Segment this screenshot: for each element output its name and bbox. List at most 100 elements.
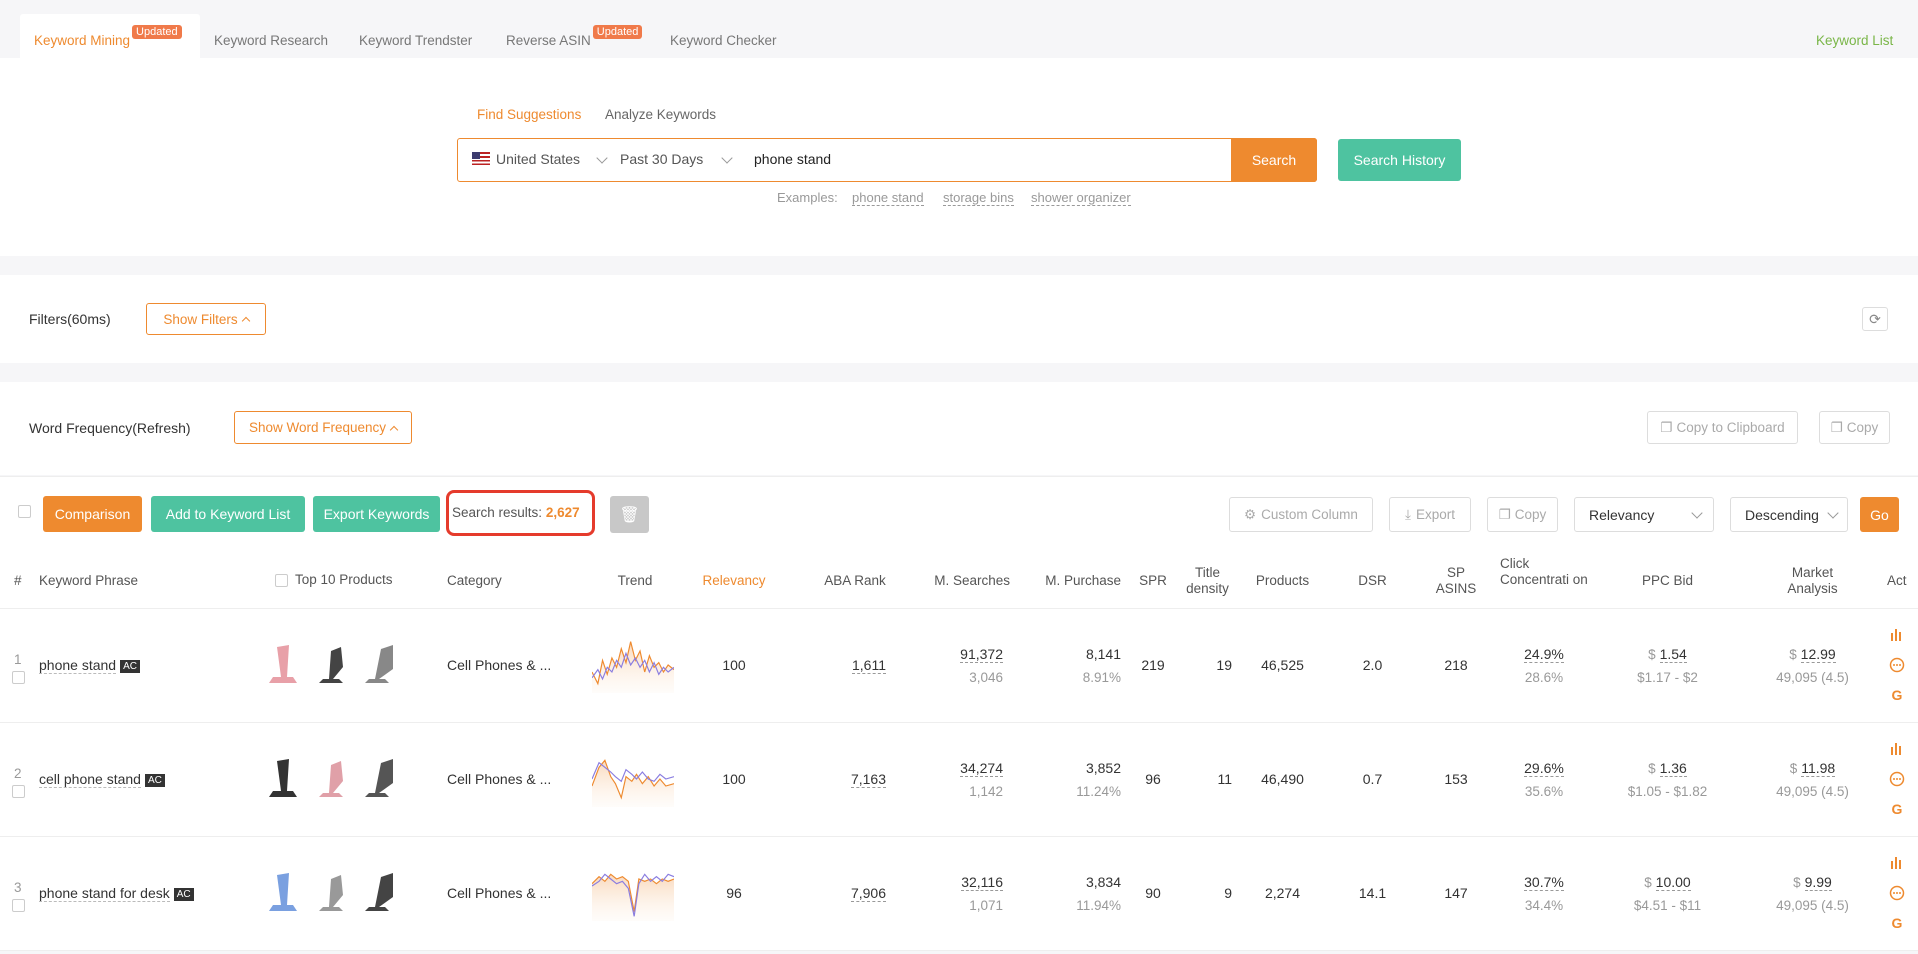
product-thumbnail[interactable] bbox=[311, 753, 351, 803]
bar-chart-icon[interactable] bbox=[1889, 627, 1905, 643]
product-thumbnail[interactable] bbox=[359, 867, 399, 917]
market-price[interactable]: $ 12.99 bbox=[1770, 646, 1855, 663]
ppc-bid[interactable]: $ 10.00 bbox=[1620, 874, 1715, 891]
ppc-value: 10.00 bbox=[1655, 874, 1691, 891]
header-m-searches[interactable]: M. Searches bbox=[910, 573, 1010, 589]
ppc-bid[interactable]: $ 1.36 bbox=[1620, 760, 1715, 777]
header-aba-rank[interactable]: ABA Rank bbox=[810, 573, 900, 589]
product-thumbnail[interactable] bbox=[359, 753, 399, 803]
title-density: 19 bbox=[1216, 657, 1232, 673]
header-m-purchase[interactable]: M. Purchase bbox=[1020, 573, 1121, 589]
add-to-keyword-list-button[interactable]: Add to Keyword List bbox=[151, 496, 305, 532]
header-relevancy[interactable]: Relevancy bbox=[690, 573, 778, 589]
product-thumbnail[interactable] bbox=[311, 639, 351, 689]
results-label: Search results: bbox=[452, 505, 543, 520]
copy-results-button[interactable]: ❐ Copy bbox=[1487, 497, 1558, 532]
show-word-frequency-button[interactable]: Show Word Frequency bbox=[234, 411, 412, 444]
example-link[interactable]: storage bins bbox=[943, 190, 1014, 206]
product-thumbnail[interactable] bbox=[263, 753, 303, 803]
google-icon[interactable]: G bbox=[1889, 915, 1905, 931]
tab-keyword-research[interactable]: Keyword Research bbox=[214, 33, 328, 48]
show-filters-button[interactable]: Show Filters bbox=[146, 303, 266, 335]
currency-symbol: $ bbox=[1648, 761, 1656, 776]
tab-keyword-trendster[interactable]: Keyword Trendster bbox=[359, 33, 472, 48]
header-spr[interactable]: SPR bbox=[1133, 573, 1173, 589]
country-select[interactable]: United States bbox=[496, 151, 580, 167]
products-count: 2,274 bbox=[1264, 885, 1301, 901]
aba-rank[interactable]: 7,906 bbox=[820, 885, 886, 902]
subtab-analyze-keywords[interactable]: Analyze Keywords bbox=[605, 107, 716, 122]
keyword-phrase[interactable]: cell phone stand AC bbox=[39, 771, 165, 788]
bar-chart-icon[interactable] bbox=[1889, 741, 1905, 757]
row-checkbox[interactable] bbox=[12, 671, 25, 684]
header-keyword-phrase[interactable]: Keyword Phrase bbox=[39, 573, 138, 589]
click-value: 24.9% bbox=[1524, 646, 1564, 663]
header-click-concentration[interactable]: Click Concentrati on bbox=[1500, 556, 1588, 588]
subtab-find-suggestions[interactable]: Find Suggestions bbox=[477, 107, 581, 122]
trend-chart[interactable] bbox=[591, 751, 675, 807]
tab-keyword-checker[interactable]: Keyword Checker bbox=[670, 33, 777, 48]
monthly-searches[interactable]: 32,116 bbox=[910, 874, 1003, 891]
tab-reverse-asin[interactable]: Reverse ASINUpdated bbox=[506, 25, 643, 49]
header-sp-asins[interactable]: SP ASINS bbox=[1426, 565, 1486, 597]
google-icon[interactable]: G bbox=[1889, 801, 1905, 817]
monthly-searches[interactable]: 91,372 bbox=[910, 646, 1003, 663]
click-concentration[interactable]: 30.7% bbox=[1500, 874, 1588, 891]
trash-icon[interactable]: 🗑 bbox=[610, 496, 649, 533]
search-button[interactable]: Search bbox=[1231, 138, 1317, 182]
export-button[interactable]: ⤓ Export bbox=[1389, 497, 1471, 532]
header-ppc-bid[interactable]: PPC Bid bbox=[1620, 573, 1715, 589]
monthly-searches[interactable]: 34,274 bbox=[910, 760, 1003, 777]
comparison-button[interactable]: Comparison bbox=[43, 496, 142, 532]
header-dsr[interactable]: DSR bbox=[1335, 573, 1410, 589]
aba-rank[interactable]: 1,611 bbox=[820, 657, 886, 674]
row-checkbox[interactable] bbox=[12, 785, 25, 798]
export-keywords-button[interactable]: Export Keywords bbox=[313, 496, 440, 532]
custom-column-button[interactable]: ⚙ Custom Column bbox=[1229, 497, 1373, 532]
google-icon[interactable]: G bbox=[1889, 687, 1905, 703]
go-button[interactable]: Go bbox=[1860, 497, 1899, 532]
refresh-icon[interactable]: ⟳ bbox=[1862, 307, 1888, 331]
title-density: 9 bbox=[1224, 885, 1232, 901]
dsr: 2.0 bbox=[1362, 657, 1383, 673]
keyword-list-link[interactable]: Keyword List bbox=[1816, 33, 1893, 48]
product-thumbnail[interactable] bbox=[311, 867, 351, 917]
sort-by-select[interactable]: Relevancy bbox=[1574, 497, 1714, 532]
chevron-down-icon bbox=[1691, 507, 1703, 519]
trend-chart[interactable] bbox=[591, 865, 675, 921]
ppc-bid[interactable]: $ 1.54 bbox=[1620, 646, 1715, 663]
row-checkbox[interactable] bbox=[12, 899, 25, 912]
aba-rank[interactable]: 7,163 bbox=[820, 771, 886, 788]
example-link[interactable]: phone stand bbox=[852, 190, 924, 206]
bar-chart-icon[interactable] bbox=[1889, 855, 1905, 871]
copy-to-clipboard-button[interactable]: ❐ Copy to Clipboard bbox=[1647, 411, 1798, 444]
product-thumbnail[interactable] bbox=[359, 639, 399, 689]
more-options-icon[interactable] bbox=[1889, 885, 1905, 901]
purchase-rate: 11.24% bbox=[1076, 784, 1121, 799]
trend-chart[interactable] bbox=[591, 637, 675, 693]
product-thumbnail[interactable] bbox=[263, 639, 303, 689]
search-input[interactable]: phone stand bbox=[754, 151, 831, 167]
product-thumbnail[interactable] bbox=[263, 867, 303, 917]
examples-label: Examples: bbox=[777, 190, 838, 205]
search-history-button[interactable]: Search History bbox=[1338, 139, 1461, 181]
header-products[interactable]: Products bbox=[1245, 573, 1320, 589]
keyword-phrase[interactable]: phone stand AC bbox=[39, 657, 140, 674]
order-select[interactable]: Descending bbox=[1730, 497, 1848, 532]
period-select[interactable]: Past 30 Days bbox=[620, 151, 703, 167]
header-action: Act bbox=[1887, 573, 1907, 588]
example-link[interactable]: shower organizer bbox=[1031, 190, 1131, 206]
select-all-checkbox[interactable] bbox=[18, 505, 31, 518]
market-price[interactable]: $ 11.98 bbox=[1770, 760, 1855, 777]
copy-button[interactable]: ❐ Copy bbox=[1819, 411, 1890, 444]
top-nav: Keyword MiningUpdated Keyword Research K… bbox=[0, 0, 1918, 58]
market-price[interactable]: $ 9.99 bbox=[1770, 874, 1855, 891]
more-options-icon[interactable] bbox=[1889, 771, 1905, 787]
top10-checkbox[interactable] bbox=[275, 574, 288, 587]
more-options-icon[interactable] bbox=[1889, 657, 1905, 673]
header-title-density[interactable]: Title density bbox=[1180, 565, 1235, 597]
click-concentration[interactable]: 24.9% bbox=[1500, 646, 1588, 663]
click-concentration[interactable]: 29.6% bbox=[1500, 760, 1588, 777]
keyword-phrase[interactable]: phone stand for desk AC bbox=[39, 885, 194, 902]
tab-keyword-mining[interactable]: Keyword MiningUpdated bbox=[34, 25, 182, 49]
